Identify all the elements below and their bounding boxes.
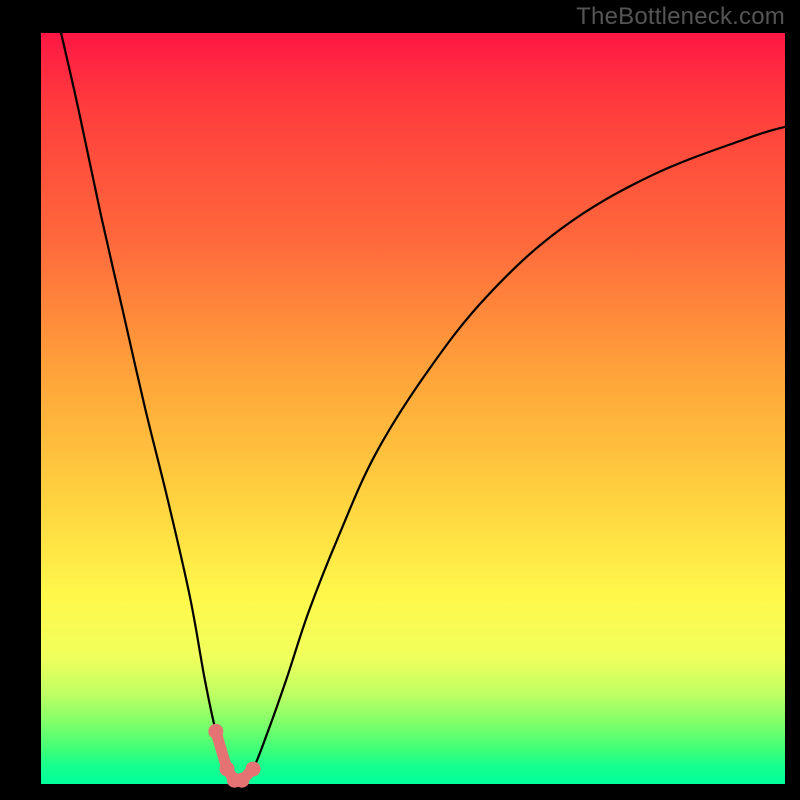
chart-svg: [0, 0, 800, 800]
optimal-range-markers: [208, 724, 260, 788]
optimal-point: [208, 724, 223, 739]
chart-frame: TheBottleneck.com: [0, 0, 800, 800]
optimal-point: [234, 773, 249, 788]
bottleneck-curve: [61, 33, 785, 782]
optimal-point: [246, 761, 261, 776]
